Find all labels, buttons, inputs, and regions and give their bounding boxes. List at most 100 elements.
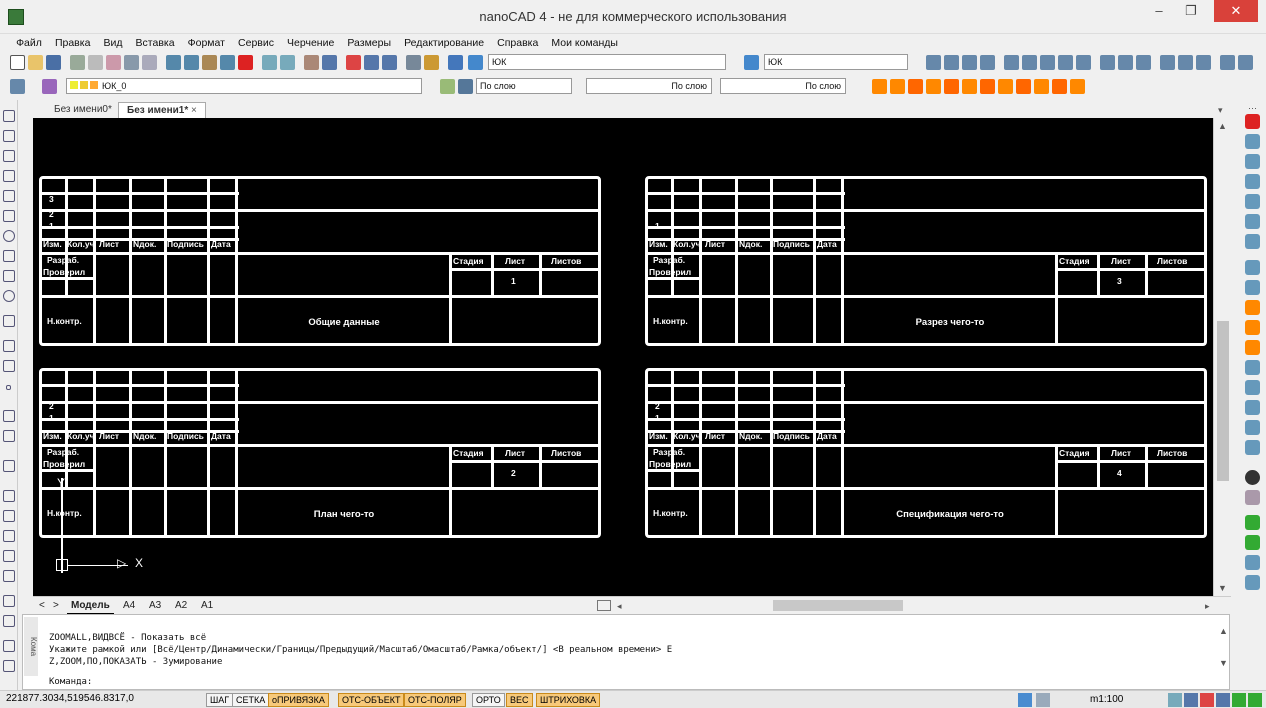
regen-status-icon[interactable] — [1232, 693, 1246, 707]
dim-arc-icon[interactable] — [1040, 55, 1055, 70]
attribute-tool-icon[interactable] — [3, 360, 15, 372]
menu-dimensions[interactable]: Размеры — [342, 34, 396, 52]
layout-prev-icon[interactable]: < — [35, 598, 49, 614]
save-icon[interactable] — [46, 55, 61, 70]
status-toggle-7[interactable]: ВЕС — [506, 693, 533, 707]
delete-icon[interactable] — [238, 55, 253, 70]
join-icon[interactable] — [1245, 360, 1260, 375]
align-icon[interactable] — [1245, 440, 1260, 455]
snap-extension-icon[interactable] — [980, 79, 995, 94]
dim-style-icon[interactable] — [744, 55, 759, 70]
dim-continue-icon[interactable] — [1076, 55, 1091, 70]
new-file-icon[interactable] — [10, 55, 25, 70]
dim-break-icon[interactable] — [1160, 55, 1175, 70]
help-icon[interactable] — [448, 55, 463, 70]
point-tool-icon[interactable] — [6, 385, 11, 390]
status-toggle-3[interactable]: оПРИВЯЗКА — [268, 693, 329, 707]
erase-icon[interactable] — [1245, 114, 1260, 129]
edit-polyline-icon[interactable] — [1245, 490, 1260, 505]
status-toggle-2[interactable]: СЕТКА — [232, 693, 270, 707]
model-space-icon[interactable] — [1018, 693, 1032, 707]
dim-override-icon[interactable] — [1238, 55, 1253, 70]
table-tool-icon[interactable] — [3, 460, 15, 472]
annotation-scale[interactable]: m1:100 — [1090, 694, 1123, 705]
pan-icon[interactable] — [304, 55, 319, 70]
snap-center-icon[interactable] — [908, 79, 923, 94]
trim-icon[interactable] — [1245, 300, 1260, 315]
draw-order-icon[interactable] — [1245, 555, 1260, 570]
pan-status-icon[interactable] — [1168, 693, 1182, 707]
plot-icon[interactable] — [124, 55, 139, 70]
snap-perpendicular-icon[interactable] — [1016, 79, 1031, 94]
dim-ordinate-icon[interactable] — [962, 55, 977, 70]
line-tool-icon[interactable] — [3, 110, 15, 122]
layout-list-icon[interactable] — [597, 600, 611, 611]
layout-next-icon[interactable]: > — [49, 598, 63, 614]
menu-modify[interactable]: Редактирование — [399, 34, 489, 52]
horizontal-scroll-thumb[interactable] — [773, 600, 903, 611]
offset-icon[interactable] — [1245, 174, 1260, 189]
tab-model[interactable]: Модель — [67, 598, 114, 614]
extend-icon[interactable] — [1245, 320, 1260, 335]
angle-dim-tool-icon[interactable] — [3, 530, 15, 542]
menu-service[interactable]: Сервис — [233, 34, 279, 52]
dim-baseline-icon[interactable] — [1058, 55, 1073, 70]
move-icon[interactable] — [1245, 214, 1260, 229]
menu-draw[interactable]: Черчение — [282, 34, 339, 52]
text-style-icon[interactable] — [468, 55, 483, 70]
menu-help[interactable]: Справка — [492, 34, 543, 52]
array-icon[interactable] — [1245, 194, 1260, 209]
menu-edit[interactable]: Правка — [50, 34, 95, 52]
menu-format[interactable]: Формат — [183, 34, 230, 52]
dimension-tool-icon[interactable] — [3, 490, 15, 502]
doc-tab-close-icon[interactable]: × — [191, 105, 197, 116]
layer-previous-icon[interactable] — [440, 79, 455, 94]
zoom-previous-icon[interactable] — [364, 55, 379, 70]
revision-tool-icon[interactable] — [3, 660, 15, 672]
ungroup-icon[interactable] — [1245, 535, 1260, 550]
rotate-icon[interactable] — [1245, 234, 1260, 249]
snap-insertion-icon[interactable] — [998, 79, 1013, 94]
cut-icon[interactable] — [166, 55, 181, 70]
text-tool-icon[interactable] — [3, 430, 15, 442]
command-panel-tab[interactable]: Кома — [24, 617, 38, 677]
status-toggle-8[interactable]: ШТРИХОВКА — [536, 693, 601, 707]
print-preview-icon[interactable] — [88, 55, 103, 70]
snap-node-icon[interactable] — [926, 79, 941, 94]
dim-style-select[interactable]: ЮК — [764, 54, 908, 70]
insert-block-icon[interactable] — [3, 315, 15, 327]
multileader-tool-icon[interactable] — [3, 615, 15, 627]
minimize-button[interactable]: – — [1144, 0, 1174, 22]
open-folder-icon[interactable] — [28, 55, 43, 70]
zoom-window-status-icon[interactable] — [1200, 693, 1214, 707]
leader-tool-icon[interactable] — [3, 595, 15, 607]
layer-manager-icon[interactable] — [42, 79, 57, 94]
polygon-tool-icon[interactable] — [3, 170, 15, 182]
snap-intersection-icon[interactable] — [962, 79, 977, 94]
distance-icon[interactable] — [406, 55, 421, 70]
tab-a1[interactable]: A1 — [197, 598, 217, 614]
chamfer-icon[interactable] — [1245, 380, 1260, 395]
fullscreen-status-icon[interactable] — [1248, 693, 1262, 707]
stretch-icon[interactable] — [1245, 280, 1260, 295]
drawing-canvas[interactable]: 3 2 1 Изм. Кол.уч Лист Nдок. Подпись Дата Разраб.… — [33, 118, 1213, 596]
vertical-scroll-thumb[interactable] — [1217, 321, 1229, 481]
linetype-select[interactable]: По слою — [586, 78, 712, 94]
status-toggle-5[interactable]: ОТС-ПОЛЯР — [404, 693, 466, 707]
copy-icon[interactable] — [184, 55, 199, 70]
dim-aligned-icon[interactable] — [944, 55, 959, 70]
send-back-icon[interactable] — [1245, 575, 1260, 590]
dim-angular-icon[interactable] — [1022, 55, 1037, 70]
status-toggle-1[interactable]: ШАГ — [206, 693, 234, 707]
polyline-tool-icon[interactable] — [3, 150, 15, 162]
markup-tool-icon[interactable] — [3, 640, 15, 652]
copy-object-icon[interactable] — [1245, 134, 1260, 149]
layer-select[interactable]: ЮК_0 — [66, 78, 422, 94]
command-history[interactable]: Кома ZOOMALL,ВИДВСЁ - Показать всё Укажи… — [22, 614, 1230, 678]
text-style-select[interactable]: ЮК — [488, 54, 726, 70]
dim-edit-icon[interactable] — [1196, 55, 1211, 70]
tab-a3[interactable]: A3 — [145, 598, 165, 614]
zoom-all-status-icon[interactable] — [1216, 693, 1230, 707]
hscroll-right-icon[interactable]: ▸ — [1205, 600, 1210, 612]
export-icon[interactable] — [142, 55, 157, 70]
